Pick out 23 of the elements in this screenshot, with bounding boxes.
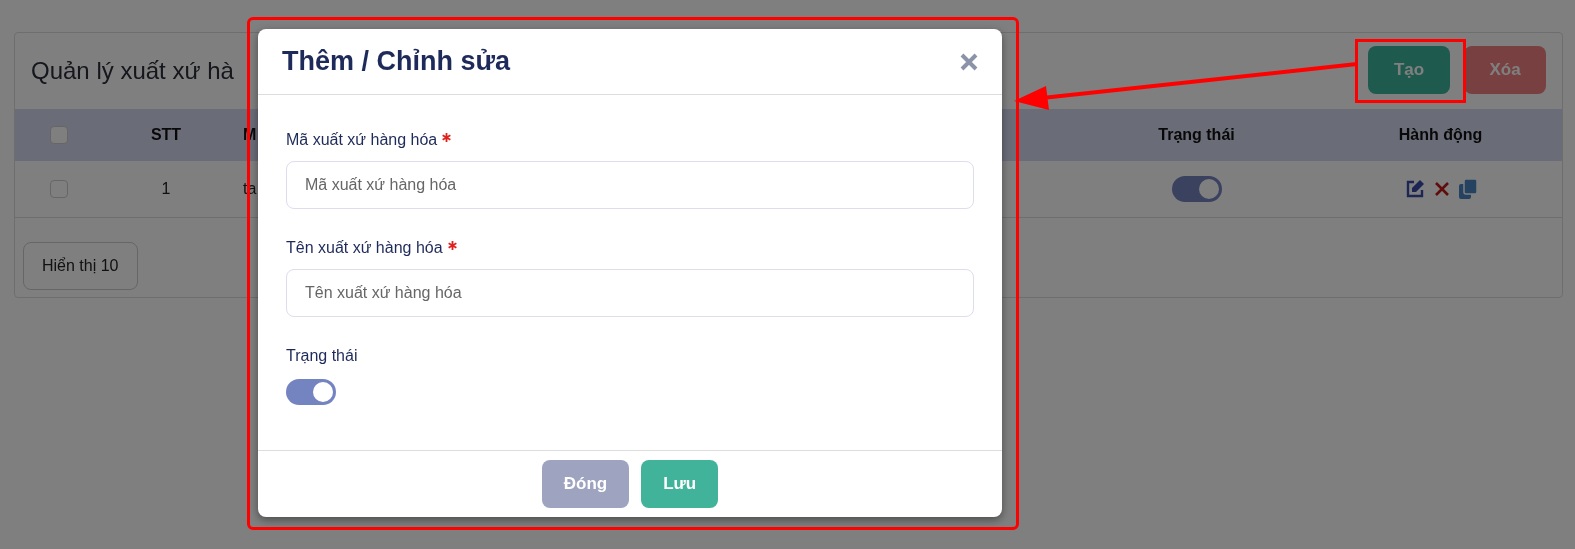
text-input-field[interactable]: Tên xuất xứ hàng hóa (286, 269, 974, 317)
field-label: Trạng thái (286, 347, 358, 365)
page-title: Quản lý xuất xứ hà (31, 57, 234, 85)
checkbox[interactable] (50, 126, 68, 144)
checkbox[interactable] (50, 180, 68, 198)
close-icon[interactable] (1434, 182, 1449, 196)
dialog-button[interactable]: Đóng (541, 460, 630, 508)
edit-icon[interactable] (1404, 179, 1425, 199)
copy-icon[interactable] (1458, 179, 1477, 199)
page-size-button[interactable]: Hiển thị 10 (23, 242, 138, 290)
column-header: Hành động (1397, 126, 1484, 144)
close-icon[interactable] (960, 52, 978, 71)
column-header: STT (149, 126, 183, 144)
field-label: Tên xuất xứ hàng hóa (286, 239, 443, 257)
text-input-field[interactable]: Mã xuất xứ hàng hóa (286, 161, 974, 209)
action-button[interactable]: Tạo (1368, 46, 1450, 94)
column-header: Trạng thái (1157, 126, 1236, 144)
toggle-switch[interactable] (1171, 176, 1222, 202)
dialog-button[interactable]: Lưu (641, 460, 719, 508)
table-cell-text: 1 (160, 180, 172, 198)
modal-title: Thêm / Chỉnh sửa (282, 46, 511, 77)
toggle-switch[interactable] (286, 379, 336, 405)
field-label: Mã xuất xứ hàng hóa (286, 131, 438, 149)
